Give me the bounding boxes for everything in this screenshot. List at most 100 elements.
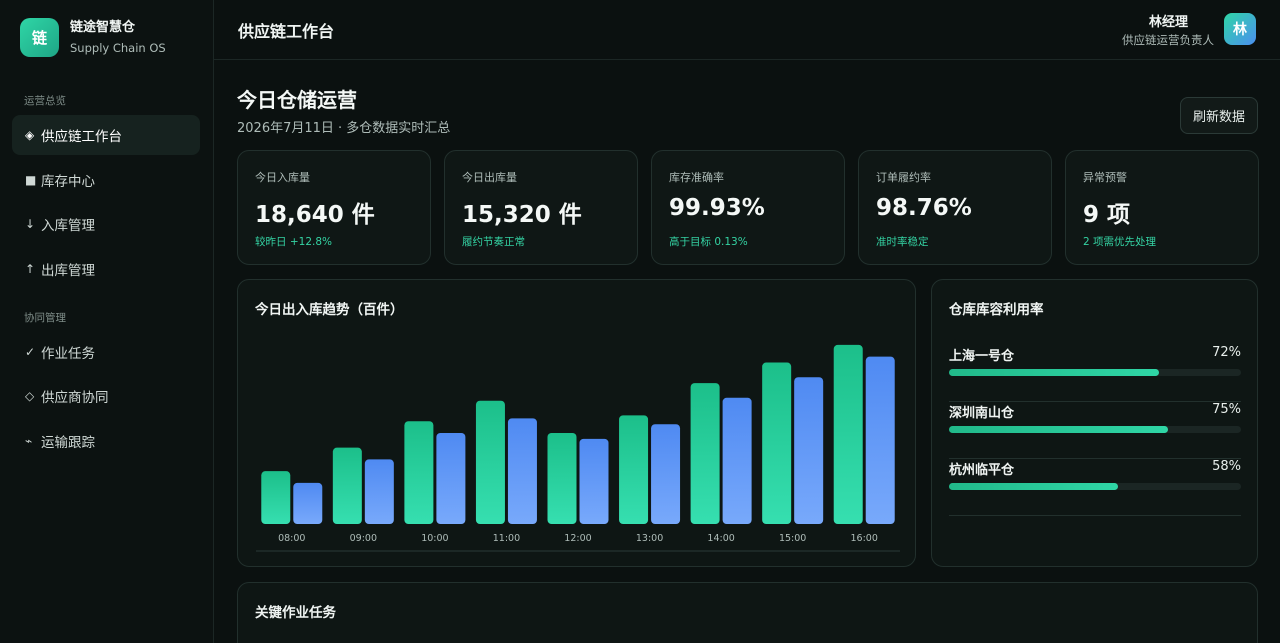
kpi-card-accuracy[interactable]: 库存准确率 99.93% 高于目标 0.13% bbox=[651, 150, 845, 265]
trend-chart: 08:00 09:00 10:00 11:00 12:00 13:00 14:00 15:00… bbox=[256, 344, 900, 552]
util-track bbox=[949, 483, 1241, 490]
sidebar-item-inventory[interactable]: ■ 库存中心 bbox=[12, 160, 200, 200]
x-tick-label: 15:00 bbox=[779, 533, 806, 544]
bar-inbound-0800[interactable] bbox=[261, 471, 291, 524]
bar-inbound-1500[interactable] bbox=[762, 362, 792, 524]
x-tick-label: 10:00 bbox=[421, 533, 448, 544]
sidebar-item-label: 供应商协同 bbox=[41, 390, 109, 406]
diamond-outline-icon: ◇ bbox=[25, 389, 35, 403]
user-role: 供应链运营负责人 bbox=[1122, 33, 1214, 47]
brand[interactable]: 链 链途智慧仓 Supply Chain OS bbox=[20, 18, 166, 57]
kpi-card-outbound[interactable]: 今日出库量 15,320 件 履约节奏正常 bbox=[444, 150, 638, 265]
kpi-note: 高于目标 0.13% bbox=[669, 236, 748, 248]
kpi-label: 异常预警 bbox=[1083, 171, 1127, 184]
util-warehouse-name: 上海一号仓 bbox=[949, 349, 1015, 364]
util-track bbox=[949, 426, 1241, 433]
util-row-hangzhou[interactable]: 杭州临平仓 58% bbox=[949, 459, 1241, 516]
brand-subtitle: Supply Chain OS bbox=[70, 40, 166, 55]
utilization-panel-title: 仓库库容利用率 bbox=[949, 302, 1044, 318]
kpi-card-fulfillment[interactable]: 订单履约率 98.76% 准时率稳定 bbox=[858, 150, 1052, 265]
check-icon: ✓ bbox=[25, 345, 36, 359]
diamond-icon: ◈ bbox=[25, 128, 35, 142]
bar-inbound-1600[interactable] bbox=[833, 344, 863, 524]
bar-outbound-1600[interactable] bbox=[865, 356, 895, 524]
bar-outbound-1200[interactable] bbox=[579, 438, 609, 524]
kpi-label: 今日入库量 bbox=[255, 171, 310, 184]
util-track bbox=[949, 369, 1241, 376]
arrow-down-icon: ↓ bbox=[25, 217, 36, 231]
sidebar-item-label: 库存中心 bbox=[41, 174, 95, 190]
x-tick-label: 12:00 bbox=[564, 533, 591, 544]
sidebar-item-transport[interactable]: ⌁ 运输跟踪 bbox=[12, 421, 200, 461]
bar-inbound-0900[interactable] bbox=[332, 447, 362, 524]
sidebar-item-label: 供应链工作台 bbox=[41, 129, 122, 145]
util-fill bbox=[949, 369, 1160, 376]
bar-outbound-1000[interactable] bbox=[436, 433, 466, 524]
brand-logo: 链 bbox=[20, 18, 59, 57]
bar-inbound-1100[interactable] bbox=[475, 400, 505, 524]
kpi-value: 99.93% bbox=[669, 195, 765, 221]
sidebar: 链 链途智慧仓 Supply Chain OS 运营总览 ◈ 供应链工作台 ■ … bbox=[0, 0, 214, 643]
kpi-note: 准时率稳定 bbox=[876, 236, 929, 248]
bar-inbound-1200[interactable] bbox=[547, 433, 577, 524]
utilization-panel: 仓库库容利用率 上海一号仓 72% 深圳南山仓 75% 杭州临平仓 58% bbox=[931, 279, 1258, 567]
kpi-value: 9 项 bbox=[1083, 202, 1131, 228]
bar-inbound-1400[interactable] bbox=[690, 383, 720, 524]
kpi-value: 15,320 件 bbox=[462, 202, 582, 228]
user-name[interactable]: 林经理 bbox=[1149, 11, 1188, 30]
sidebar-item-label: 运输跟踪 bbox=[41, 435, 95, 451]
bar-outbound-1100[interactable] bbox=[507, 418, 537, 524]
refresh-button[interactable]: 刷新数据 bbox=[1180, 97, 1258, 134]
nav-section-collab: 协同管理 bbox=[24, 312, 66, 324]
sidebar-item-suppliers[interactable]: ◇ 供应商协同 bbox=[12, 376, 200, 416]
util-percent: 75% bbox=[1212, 402, 1241, 417]
route-icon: ⌁ bbox=[25, 434, 33, 448]
sidebar-item-workbench[interactable]: ◈ 供应链工作台 bbox=[12, 115, 200, 155]
kpi-card-inbound[interactable]: 今日入库量 18,640 件 较昨日 +12.8% bbox=[237, 150, 431, 265]
sidebar-item-tasks[interactable]: ✓ 作业任务 bbox=[12, 332, 200, 372]
page-title: 今日仓储运营 bbox=[237, 88, 357, 112]
kpi-note: 较昨日 +12.8% bbox=[255, 236, 332, 248]
topbar-title: 供应链工作台 bbox=[238, 22, 335, 41]
kpi-value: 98.76% bbox=[876, 195, 972, 221]
x-tick-label: 13:00 bbox=[636, 533, 663, 544]
bar-inbound-1300[interactable] bbox=[619, 415, 649, 524]
util-row-shenzhen[interactable]: 深圳南山仓 75% bbox=[949, 402, 1241, 459]
sidebar-item-outbound[interactable]: ↑ 出库管理 bbox=[12, 249, 200, 289]
kpi-label: 今日出库量 bbox=[462, 171, 517, 184]
kpi-card-alerts[interactable]: 异常预警 9 项 2 项需优先处理 bbox=[1065, 150, 1259, 265]
kpi-label: 订单履约率 bbox=[876, 171, 931, 184]
arrow-up-icon: ↑ bbox=[25, 262, 36, 276]
x-tick-label: 16:00 bbox=[851, 533, 878, 544]
sidebar-item-label: 作业任务 bbox=[41, 346, 95, 362]
kpi-note: 2 项需优先处理 bbox=[1083, 236, 1157, 248]
x-tick-label: 09:00 bbox=[350, 533, 377, 544]
util-row-shanghai[interactable]: 上海一号仓 72% bbox=[949, 345, 1241, 402]
avatar[interactable]: 林 bbox=[1224, 13, 1256, 45]
util-percent: 58% bbox=[1212, 459, 1241, 474]
bar-outbound-0800[interactable] bbox=[293, 482, 323, 524]
tasks-panel: 关键作业任务 bbox=[237, 582, 1258, 643]
util-warehouse-name: 深圳南山仓 bbox=[949, 406, 1015, 421]
sidebar-item-label: 出库管理 bbox=[41, 263, 95, 279]
kpi-label: 库存准确率 bbox=[669, 171, 724, 184]
tasks-panel-title: 关键作业任务 bbox=[255, 605, 336, 621]
util-warehouse-name: 杭州临平仓 bbox=[949, 463, 1015, 478]
kpi-note: 履约节奏正常 bbox=[462, 236, 525, 248]
sidebar-item-inbound[interactable]: ↓ 入库管理 bbox=[12, 204, 200, 244]
bar-outbound-1500[interactable] bbox=[794, 377, 824, 524]
x-tick-label: 08:00 bbox=[278, 533, 305, 544]
nav-section-overview: 运营总览 bbox=[24, 95, 66, 107]
bar-outbound-1400[interactable] bbox=[722, 397, 752, 524]
trend-panel: 今日出入库趋势（百件） 08:00 09:00 10:00 11:00 12:00 13:… bbox=[237, 279, 916, 567]
x-tick-label: 11:00 bbox=[493, 533, 520, 544]
bar-outbound-0900[interactable] bbox=[364, 459, 394, 524]
bar-outbound-1300[interactable] bbox=[651, 424, 681, 524]
util-percent: 72% bbox=[1212, 345, 1241, 360]
square-icon: ■ bbox=[25, 173, 37, 187]
util-fill bbox=[949, 426, 1168, 433]
brand-name: 链途智慧仓 bbox=[70, 19, 136, 35]
bar-inbound-1000[interactable] bbox=[404, 421, 434, 524]
kpi-value: 18,640 件 bbox=[255, 202, 375, 228]
topbar: 供应链工作台 林经理 供应链运营负责人 林 bbox=[214, 0, 1280, 60]
